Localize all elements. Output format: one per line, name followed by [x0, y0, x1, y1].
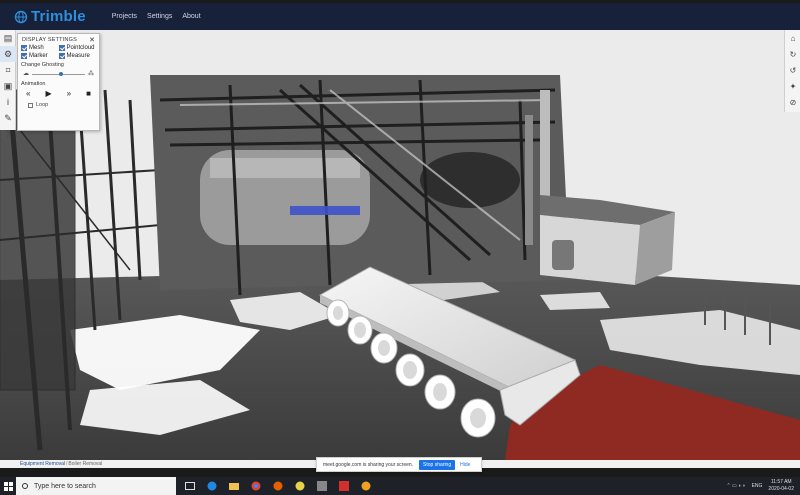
rewind-button[interactable]: « [26, 89, 30, 98]
cloud-icon: ☁ [23, 71, 29, 77]
language-indicator[interactable]: ENG [752, 483, 763, 489]
slider-thumb[interactable] [59, 72, 64, 76]
main-nav: Projects Settings About [112, 13, 211, 20]
pointcloud-checkbox[interactable]: Pointcloud [58, 45, 97, 51]
app-icon-grey[interactable] [314, 477, 330, 495]
trimble-globe-icon [14, 10, 28, 23]
nav-projects[interactable]: Projects [112, 13, 137, 20]
ruler-icon[interactable]: ✎ [0, 110, 16, 126]
checkbox-checked-icon [58, 53, 65, 59]
info-icon[interactable]: i [0, 94, 16, 110]
left-toolbar: ▤ ⚙ ⌗ ▣ i ✎ ? [0, 30, 16, 139]
display-settings-panel: DISPLAY SETTINGS ✕ Mesh Pointcloud Marke… [17, 33, 100, 131]
search-placeholder: Type here to search [34, 482, 96, 490]
loop-checkbox[interactable]: Loop [18, 98, 99, 108]
loop-label: Loop [36, 102, 49, 108]
task-view-icon[interactable] [182, 477, 198, 495]
network-icon: ⁂ [88, 71, 94, 77]
firefox-icon[interactable] [270, 477, 286, 495]
measure-checkbox[interactable]: Measure [58, 53, 97, 59]
file-explorer-icon[interactable] [226, 477, 242, 495]
fast-forward-button[interactable]: » [67, 89, 71, 98]
play-button[interactable]: ▶ [45, 89, 51, 98]
ghosting-label: Change Ghosting [21, 62, 64, 68]
animation-controls: « ▶ » ■ [18, 87, 99, 98]
checkbox-unchecked-icon [28, 102, 33, 108]
nav-about[interactable]: About [182, 13, 200, 20]
clock-date: 2020-04-02 [768, 486, 794, 492]
close-icon[interactable]: ✕ [89, 36, 95, 44]
point-cloud-scene [0, 30, 800, 460]
app-window: Trimble Projects Settings About ▤ ⚙ ⌗ ▣ … [0, 0, 800, 495]
crop-icon[interactable]: ⌗ [0, 62, 16, 78]
pointcloud-label: Pointcloud [66, 45, 95, 51]
taskbar-search[interactable]: Type here to search [16, 477, 176, 495]
undo-icon[interactable]: ↺ [785, 62, 800, 78]
nav-settings[interactable]: Settings [147, 13, 172, 20]
taskbar: Type here to search ⌃ ▭ ◖ ◗ ENG 11:57 AM… [0, 477, 800, 495]
marker-checkbox[interactable]: Marker [21, 53, 59, 59]
animation-label: Animation [21, 81, 46, 87]
mesh-checkbox[interactable]: Mesh [21, 45, 59, 51]
refresh-icon[interactable]: ↻ [785, 46, 800, 62]
walk-icon[interactable]: ✦ [785, 78, 800, 94]
right-toolbar: ⌂ ↻ ↺ ✦ ⊘ [784, 30, 800, 112]
folder-icon[interactable]: ▣ [0, 78, 16, 94]
help-icon[interactable]: ? [0, 126, 16, 142]
system-tray: ⌃ ▭ ◖ ◗ ENG 11:57 AM 2020-04-02 [726, 479, 800, 493]
breadcrumb-equipment-removal[interactable]: Equipment Removal [20, 461, 65, 467]
book-icon[interactable]: ▤ [0, 30, 16, 46]
gear-icon[interactable]: ⚙ [0, 46, 16, 62]
panel-title: DISPLAY SETTINGS [22, 36, 77, 43]
screen-share-banner: meet.google.com is sharing your screen. … [316, 457, 482, 472]
windows-start-icon[interactable] [0, 477, 16, 495]
brand-name: Trimble [31, 8, 86, 25]
ghosting-slider[interactable]: ☁ ⁂ [23, 70, 94, 78]
chrome-icon[interactable] [248, 477, 264, 495]
mesh-label: Mesh [29, 45, 44, 51]
checkbox-checked-icon [58, 45, 65, 51]
acrobat-icon[interactable] [336, 477, 352, 495]
3d-viewport[interactable] [0, 30, 800, 460]
checkbox-checked-icon [21, 53, 27, 59]
boiler-structure [150, 75, 570, 296]
app-icon-orange[interactable] [358, 477, 374, 495]
share-message: meet.google.com is sharing your screen. [323, 461, 414, 468]
compass-icon[interactable]: ⊘ [785, 94, 800, 110]
breadcrumb-separator: / [66, 461, 68, 467]
breadcrumb-current: Boiler Removal [68, 461, 103, 467]
trimble-logo[interactable]: Trimble [14, 8, 86, 25]
stop-button[interactable]: ■ [86, 89, 91, 98]
clock-time: 11:57 AM [770, 479, 792, 485]
stop-sharing-button[interactable]: Stop sharing [419, 459, 456, 470]
app-header: Trimble Projects Settings About [0, 3, 800, 30]
layer-checkboxes: Mesh Pointcloud Marker Measure [18, 43, 99, 59]
hide-button[interactable]: Hide [460, 462, 470, 468]
measure-label: Measure [66, 53, 90, 59]
edge-icon[interactable] [204, 477, 220, 495]
clock[interactable]: 11:57 AM 2020-04-02 [768, 479, 794, 493]
home-icon[interactable]: ⌂ [785, 30, 800, 46]
panel-header: DISPLAY SETTINGS ✕ [18, 34, 99, 44]
checkbox-checked-icon [21, 45, 27, 51]
search-icon [22, 483, 28, 489]
tray-icons[interactable]: ⌃ ▭ ◖ ◗ [726, 483, 745, 489]
marker-label: Marker [29, 53, 48, 59]
app-icon-green[interactable] [292, 477, 308, 495]
